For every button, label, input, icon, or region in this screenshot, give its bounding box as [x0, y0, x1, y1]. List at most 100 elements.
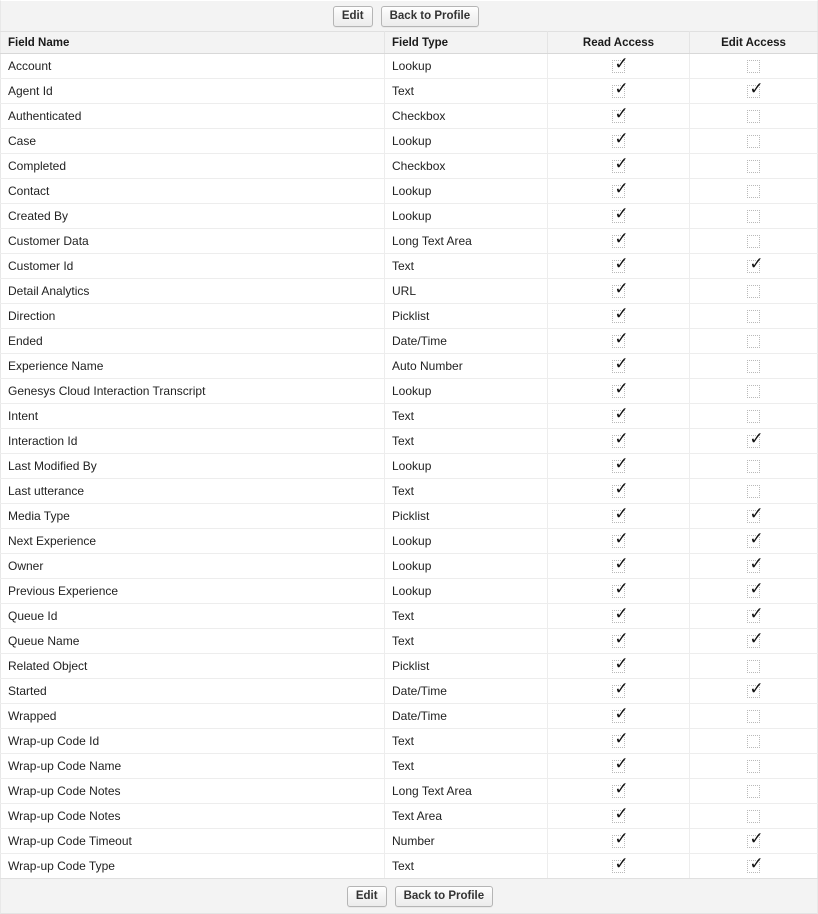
cell-field-type: Text	[384, 728, 548, 754]
edit-access-checkbox: ✓	[747, 580, 764, 599]
cell-field-name: Wrap-up Code Name	[0, 753, 385, 779]
cell-edit-access-checkbox: ✓	[689, 703, 818, 729]
edit-access-checkbox: ✓	[747, 485, 760, 499]
check-icon: ✓	[614, 329, 629, 350]
table-row: EndedDate/Time ✓ ✓	[0, 328, 818, 354]
table-row: WrappedDate/Time ✓ ✓	[0, 703, 818, 729]
check-icon: ✓	[614, 79, 629, 100]
cell-field-type: Picklist	[384, 503, 548, 529]
cell-edit-access-checkbox: ✓	[689, 678, 818, 704]
cell-edit-access-checkbox: ✓	[689, 278, 818, 304]
table-row: Previous Experience Lookup ✓ ✓	[0, 578, 818, 604]
cell-field-name: Previous Experience	[0, 578, 385, 604]
check-icon: ✓	[614, 479, 629, 500]
cell-field-name: Wrapped	[0, 703, 385, 729]
cell-field-name: Created By	[0, 203, 385, 229]
cell-edit-access-checkbox: ✓	[689, 328, 818, 354]
table-row: Detail AnalyticsURL ✓ ✓	[0, 278, 818, 304]
bottom-button-bar: Edit Back to Profile	[0, 879, 818, 914]
table-row: Owner Lookup ✓ ✓	[0, 553, 818, 579]
back-to-profile-button-bottom[interactable]: Back to Profile	[394, 885, 494, 907]
edit-button-bottom[interactable]: Edit	[346, 885, 387, 907]
cell-edit-access-checkbox: ✓	[689, 128, 818, 154]
edit-access-checkbox: ✓	[747, 855, 764, 874]
read-access-checkbox: ✓	[612, 555, 629, 574]
cell-field-type: Lookup	[384, 178, 548, 204]
cell-field-type: Auto Number	[384, 353, 548, 379]
cell-read-access-checkbox: ✓	[547, 828, 690, 854]
table-body: AccountLookup✓✓Agent IdText✓✓Authenticat…	[0, 53, 818, 879]
edit-button-top[interactable]: Edit	[332, 5, 373, 27]
cell-field-name: Agent Id	[0, 78, 385, 104]
cell-field-type: Lookup	[384, 453, 548, 479]
cell-field-type: Date/Time	[384, 678, 548, 704]
cell-field-type: Lookup	[384, 553, 548, 579]
cell-read-access-checkbox: ✓	[547, 553, 690, 579]
cell-field-type: Long Text Area	[384, 228, 548, 254]
cell-read-access-checkbox: ✓	[547, 103, 690, 129]
table-row: Media Type Picklist ✓ ✓	[0, 503, 818, 529]
check-icon: ✓	[614, 804, 629, 825]
column-header-read-access: Read Access	[547, 31, 690, 54]
edit-access-checkbox: ✓	[747, 660, 760, 674]
table-row: Related ObjectPicklist ✓ ✓	[0, 653, 818, 679]
check-icon: ✓	[614, 204, 629, 225]
read-access-checkbox: ✓	[612, 655, 629, 674]
cell-edit-access-checkbox: ✓	[689, 103, 818, 129]
read-access-checkbox: ✓	[612, 155, 629, 174]
read-access-checkbox: ✓	[612, 755, 629, 774]
table-row: DirectionPicklist ✓ ✓	[0, 303, 818, 329]
cell-edit-access-checkbox: ✓	[689, 53, 818, 79]
cell-read-access-checkbox: ✓	[547, 253, 690, 279]
table-row: AuthenticatedCheckbox ✓ ✓	[0, 103, 818, 129]
check-icon: ✓	[614, 604, 629, 625]
read-access-checkbox: ✓	[612, 205, 629, 224]
table-header: Field Name Field Type Read Access Edit A…	[0, 31, 818, 54]
check-icon: ✓	[614, 54, 629, 75]
check-icon: ✓	[614, 529, 629, 550]
cell-edit-access-checkbox: ✓	[689, 203, 818, 229]
table-row: Started Date/Time ✓ ✓	[0, 678, 818, 704]
cell-field-type: Text	[384, 253, 548, 279]
read-access-checkbox: ✓	[612, 80, 629, 99]
edit-access-checkbox: ✓	[747, 60, 760, 74]
table-row: Created ByLookup ✓ ✓	[0, 203, 818, 229]
edit-access-checkbox: ✓	[747, 735, 760, 749]
table-row: Queue Name Text ✓ ✓	[0, 628, 818, 654]
check-icon: ✓	[614, 854, 629, 875]
edit-access-checkbox: ✓	[747, 160, 760, 174]
check-icon: ✓	[614, 779, 629, 800]
check-icon: ✓	[614, 404, 629, 425]
table-row: Experience NameAuto Number ✓ ✓	[0, 353, 818, 379]
cell-field-name: Contact	[0, 178, 385, 204]
read-access-checkbox: ✓	[612, 530, 629, 549]
cell-field-name: Experience Name	[0, 353, 385, 379]
cell-field-name: Wrap-up Code Timeout	[0, 828, 385, 854]
cell-field-type: Lookup	[384, 378, 548, 404]
top-button-bar: Edit Back to Profile	[0, 0, 818, 31]
edit-access-checkbox: ✓	[747, 360, 760, 374]
cell-edit-access-checkbox: ✓	[689, 378, 818, 404]
cell-read-access-checkbox: ✓	[547, 353, 690, 379]
edit-access-checkbox: ✓	[747, 185, 760, 199]
check-icon: ✓	[614, 179, 629, 200]
cell-read-access-checkbox: ✓	[547, 153, 690, 179]
read-access-checkbox: ✓	[612, 405, 629, 424]
table-row: Wrap-up Code Type Text ✓ ✓	[0, 853, 818, 879]
column-header-field-type: Field Type	[384, 31, 548, 54]
edit-access-checkbox: ✓	[747, 385, 760, 399]
cell-edit-access-checkbox: ✓	[689, 728, 818, 754]
edit-access-checkbox: ✓	[747, 505, 764, 524]
read-access-checkbox: ✓	[612, 180, 629, 199]
table-header-row: Field Name Field Type Read Access Edit A…	[0, 31, 818, 54]
cell-field-type: Text	[384, 428, 548, 454]
read-access-checkbox: ✓	[612, 580, 629, 599]
back-to-profile-button-top[interactable]: Back to Profile	[380, 5, 480, 27]
cell-edit-access-checkbox: ✓	[689, 753, 818, 779]
cell-read-access-checkbox: ✓	[547, 803, 690, 829]
read-access-checkbox: ✓	[612, 705, 629, 724]
cell-field-name: Case	[0, 128, 385, 154]
cell-field-type: URL	[384, 278, 548, 304]
edit-access-checkbox: ✓	[747, 430, 764, 449]
table-row: Wrap-up Code NameText ✓ ✓	[0, 753, 818, 779]
